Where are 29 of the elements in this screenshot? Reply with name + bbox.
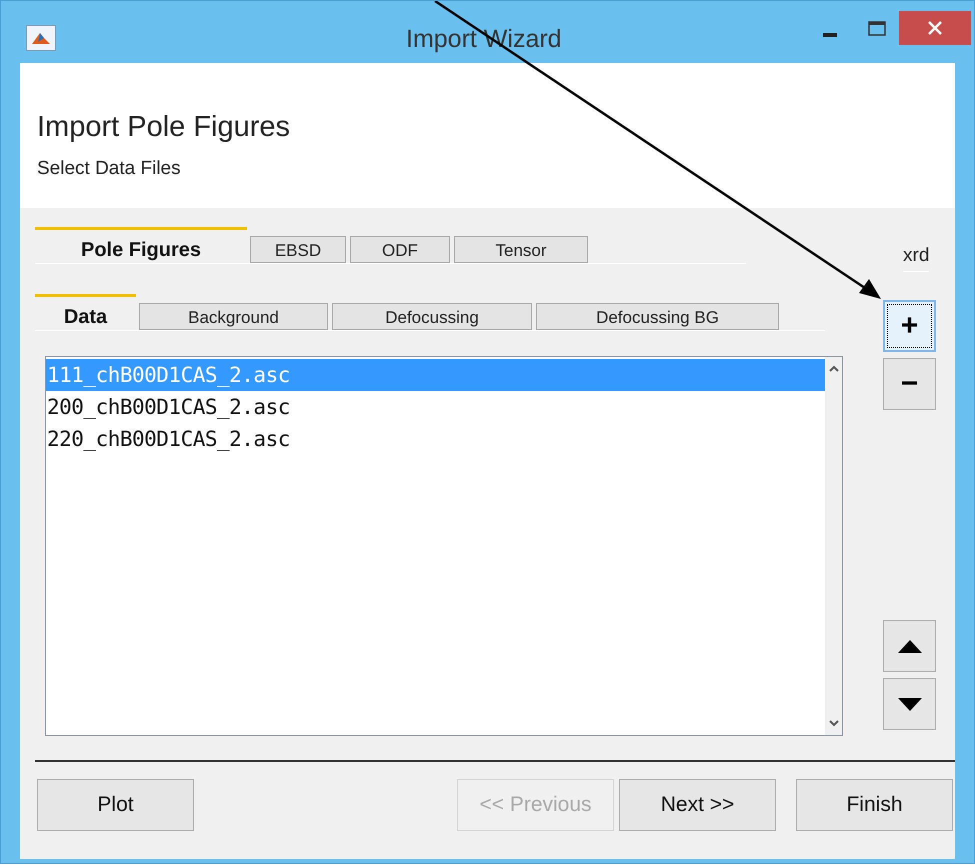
- maximize-icon[interactable]: [868, 21, 886, 36]
- tab[interactable]: Tensor: [454, 236, 588, 263]
- file-item[interactable]: 220_chB00D1CAS_2.asc: [46, 423, 825, 455]
- close-button[interactable]: [899, 11, 971, 45]
- scroll-down-icon[interactable]: [828, 720, 838, 727]
- add-button[interactable]: +: [883, 300, 936, 352]
- wizard-button[interactable]: Finish: [796, 779, 953, 831]
- page-subtitle: Select Data Files: [37, 157, 182, 181]
- move-up-button[interactable]: [883, 620, 936, 672]
- tab[interactable]: ODF: [350, 236, 450, 263]
- wizard-button[interactable]: Next >>: [619, 779, 776, 831]
- tab[interactable]: Defocussing: [332, 303, 532, 330]
- file-item[interactable]: 200_chB00D1CAS_2.asc: [46, 391, 825, 423]
- format-label: xrd: [903, 242, 930, 272]
- tab[interactable]: EBSD: [250, 236, 346, 263]
- scrollbar[interactable]: [825, 357, 842, 735]
- scroll-up-icon[interactable]: [828, 365, 838, 372]
- move-down-button[interactable]: [883, 678, 936, 730]
- remove-button[interactable]: −: [883, 358, 936, 410]
- app-icon[interactable]: [26, 25, 56, 51]
- page-title: Import Pole Figures: [37, 110, 292, 145]
- tab[interactable]: Pole Figures: [35, 227, 247, 263]
- wizard-button[interactable]: Plot: [37, 779, 194, 831]
- file-list[interactable]: 111_chB00D1CAS_2.asc 200_chB00D1CAS_2.asc 220_chB00D1CAS_2.asc: [45, 356, 843, 736]
- triangle-up-icon: [898, 640, 922, 652]
- close-icon: [928, 21, 942, 35]
- tab[interactable]: Background: [139, 303, 328, 330]
- tab[interactable]: Defocussing BG: [536, 303, 779, 330]
- triangle-down-icon: [898, 698, 922, 710]
